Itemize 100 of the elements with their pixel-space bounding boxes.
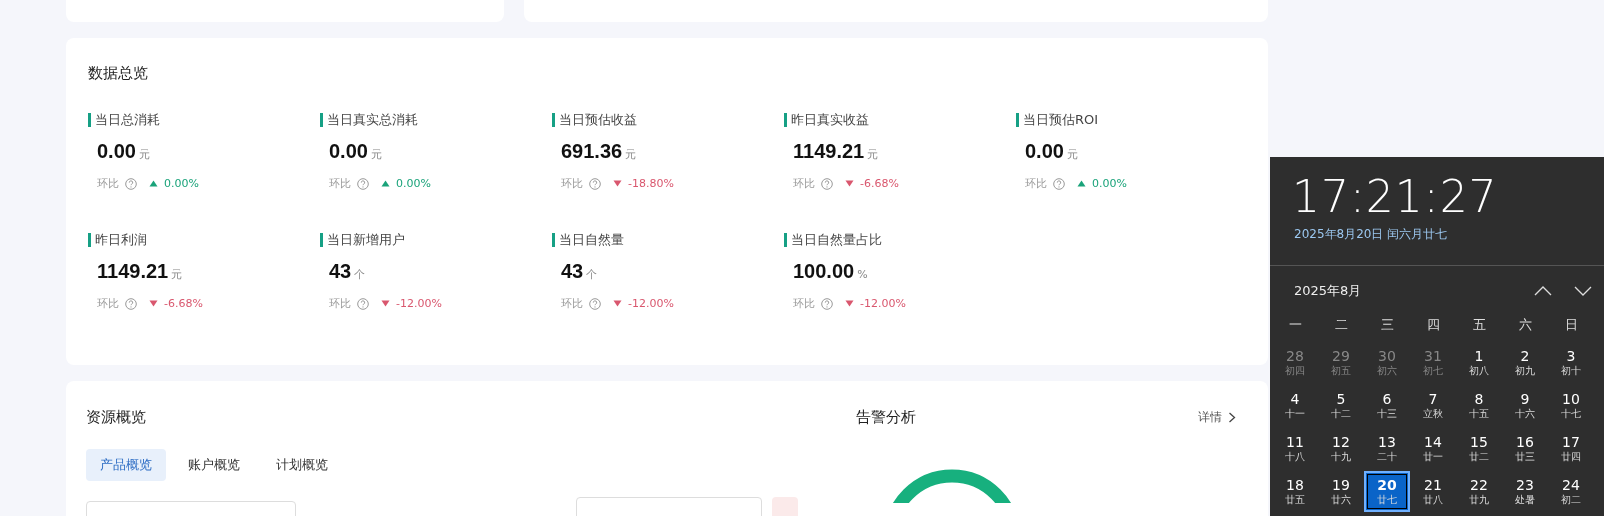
calendar-day[interactable]: 22 廿九: [1456, 471, 1502, 512]
section-title: 资源概览: [86, 408, 147, 427]
calendar-day[interactable]: 16 廿三: [1502, 428, 1548, 469]
help-icon[interactable]: [125, 177, 137, 190]
chevron-up-icon[interactable]: [1534, 285, 1552, 297]
calendar-day[interactable]: 11 十八: [1272, 428, 1318, 469]
metric-value: 43: [561, 260, 584, 283]
day-number: 9: [1520, 392, 1530, 408]
metric-unit: 元: [625, 147, 637, 162]
calendar-day[interactable]: 30 初六: [1364, 342, 1410, 383]
select-field[interactable]: [576, 497, 762, 516]
metric-unit: 个: [586, 267, 598, 282]
day-number: 6: [1382, 392, 1392, 408]
calendar-day[interactable]: 1 初八: [1456, 342, 1502, 383]
calendar-day[interactable]: 15 廿二: [1456, 428, 1502, 469]
lunar-date: 初九: [1515, 364, 1535, 376]
calendar-day[interactable]: 5 十二: [1318, 385, 1364, 426]
calendar-day[interactable]: 21 廿八: [1410, 471, 1456, 512]
section-title: 数据总览: [88, 64, 149, 83]
calendar-day[interactable]: 2 初九: [1502, 342, 1548, 383]
compare-label: 环比: [329, 176, 351, 191]
lunar-date: 十三: [1377, 407, 1397, 419]
help-icon[interactable]: [125, 297, 137, 310]
help-icon[interactable]: [821, 297, 833, 310]
chevron-down-icon[interactable]: [1574, 285, 1592, 297]
day-number: 31: [1424, 349, 1442, 365]
details-link[interactable]: 详情: [1198, 409, 1236, 426]
help-icon[interactable]: [821, 177, 833, 190]
weekday-label: 三: [1379, 316, 1395, 334]
day-number: 22: [1470, 478, 1488, 494]
calendar-day[interactable]: 10 十七: [1548, 385, 1594, 426]
metric-value: 0.00: [329, 140, 368, 163]
day-number: 30: [1378, 349, 1396, 365]
metric-label: 当日自然量: [552, 233, 624, 247]
day-number: 14: [1424, 435, 1442, 451]
metric-value: 0.00: [1025, 140, 1064, 163]
metric-label: 当日自然量占比: [784, 233, 882, 247]
calendar-day[interactable]: 12 十九: [1318, 428, 1364, 469]
compare-label: 环比: [329, 296, 351, 311]
lunar-date: 初四: [1285, 364, 1305, 376]
tab[interactable]: 产品概览: [86, 449, 166, 481]
change-value: -12.00%: [860, 297, 906, 310]
help-icon[interactable]: [1053, 177, 1065, 190]
metric-value: 1149.21: [97, 260, 169, 283]
metric-label: 当日预估收益: [552, 113, 637, 127]
weekday-label: 四: [1425, 316, 1441, 334]
lunar-date: 廿六: [1331, 493, 1351, 505]
weekday-label: 日: [1563, 316, 1579, 334]
calendar-day[interactable]: 8 十五: [1456, 385, 1502, 426]
lunar-date: 立秋: [1423, 407, 1443, 419]
metric-label: 当日新增用户: [320, 233, 405, 247]
metric-unit: 元: [370, 147, 382, 162]
calendar-day[interactable]: 6 十三: [1364, 385, 1410, 426]
change-value: 0.00%: [396, 177, 431, 190]
lunar-date: 廿三: [1515, 450, 1535, 462]
calendar-day[interactable]: 14 廿一: [1410, 428, 1456, 469]
help-icon[interactable]: [357, 177, 369, 190]
metric-label: 昨日真实收益: [784, 113, 869, 127]
calendar-day[interactable]: 29 初五: [1318, 342, 1364, 383]
lunar-date: 十五: [1469, 407, 1489, 419]
calendar-day[interactable]: 23 处暑: [1502, 471, 1548, 512]
calendar-day[interactable]: 18 廿五: [1272, 471, 1318, 512]
lunar-date: 廿五: [1285, 493, 1305, 505]
day-number: 28: [1286, 349, 1304, 365]
help-icon[interactable]: [589, 177, 601, 190]
calendar-day[interactable]: 3 初十: [1548, 342, 1594, 383]
calendar-day[interactable]: 9 十六: [1502, 385, 1548, 426]
tab[interactable]: 账户概览: [174, 449, 254, 481]
calendar-day[interactable]: 7 立秋: [1410, 385, 1456, 426]
metric-value: 100.00: [793, 260, 855, 283]
lunar-date: 十九: [1331, 450, 1351, 462]
lunar-date: 处暑: [1515, 493, 1535, 505]
compare-label: 环比: [561, 296, 583, 311]
metric-value: 691.36: [561, 140, 623, 163]
calendar-day[interactable]: 20 廿七: [1364, 471, 1410, 512]
calendar-day[interactable]: 28 初四: [1272, 342, 1318, 383]
calendar-day[interactable]: 4 十一: [1272, 385, 1318, 426]
calendar-day[interactable]: 24 初二: [1548, 471, 1594, 512]
date-link[interactable]: 2025年8月20日 闰六月廿七: [1270, 226, 1504, 243]
calendar-day[interactable]: 13 二十: [1364, 428, 1410, 469]
lunar-date: 廿九: [1469, 493, 1489, 505]
help-icon[interactable]: [589, 297, 601, 310]
lunar-date: 初二: [1561, 493, 1581, 505]
month-title: 2025年8月: [1294, 282, 1363, 300]
metric-label: 当日预估ROI: [1016, 113, 1099, 127]
weekday-label: 五: [1471, 316, 1487, 334]
day-number: 1: [1474, 349, 1484, 365]
metric-unit: 元: [138, 147, 150, 162]
lunar-date: 初八: [1469, 364, 1489, 376]
metric-value: 0.00: [97, 140, 136, 163]
calendar-day[interactable]: 19 廿六: [1318, 471, 1364, 512]
compare-label: 环比: [793, 176, 815, 191]
calendar-day[interactable]: 17 廿四: [1548, 428, 1594, 469]
lunar-date: 十二: [1331, 407, 1351, 419]
day-number: 2: [1520, 349, 1530, 365]
help-icon[interactable]: [357, 297, 369, 310]
tab[interactable]: 计划概览: [262, 449, 342, 481]
calendar-day[interactable]: 31 初七: [1410, 342, 1456, 383]
day-number: 4: [1290, 392, 1300, 408]
metric-unit: 元: [171, 267, 183, 282]
